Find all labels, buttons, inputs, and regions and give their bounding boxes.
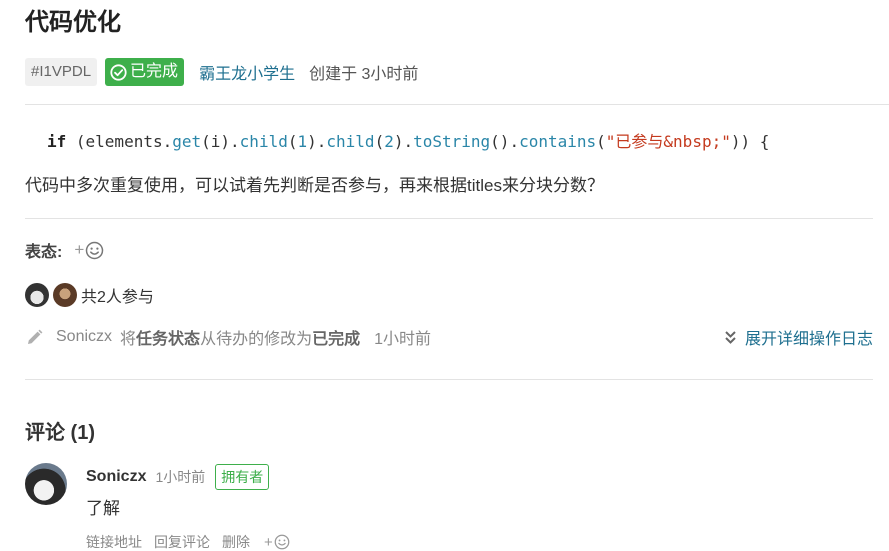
comment-header: Soniczx 1小时前 拥有者 (86, 464, 270, 490)
expand-log-button[interactable]: 展开详细操作日志 (724, 325, 873, 349)
comment-actions: 链接地址 回复评论 删除 + (86, 532, 290, 551)
smiley-icon (86, 241, 104, 259)
smiley-icon (274, 534, 290, 550)
avatar[interactable] (25, 283, 49, 307)
double-chevron-down-icon (725, 330, 736, 344)
issue-title: 代码优化 (25, 9, 121, 36)
reactions-label: 表态: (25, 244, 63, 261)
code-text: ). (393, 132, 414, 151)
created-time: 创建于 3小时前 (309, 66, 419, 83)
owner-badge: 拥有者 (215, 464, 270, 490)
reactions-bar: 表态: + (25, 238, 104, 262)
code-snippet: if (elements.get(i).child(1).child(2).to… (47, 131, 769, 153)
status-label: 已完成 (130, 63, 179, 80)
pencil-icon (28, 329, 43, 344)
log-value: 已完成 (312, 331, 361, 348)
issue-id[interactable]: #I1VPDL (25, 58, 98, 86)
log-text: 将任务状态从待办的修改为已完成 (120, 325, 360, 349)
log-middle: 从待办的修改为 (200, 331, 313, 348)
code-fn: contains (519, 132, 597, 151)
code-text: ( (596, 132, 606, 151)
avatar[interactable] (53, 283, 77, 307)
code-text: (). (490, 132, 520, 151)
add-reaction-button[interactable]: + (264, 534, 290, 551)
code-string: "已参与&nbsp;" (605, 132, 731, 151)
code-fn: get (172, 132, 202, 151)
log-field: 任务状态 (136, 331, 201, 348)
comment-author[interactable]: Soniczx (86, 468, 146, 486)
issue-description: 代码中多次重复使用，可以试着先判断是否参与，再来根据titles来分块分数？ (25, 176, 604, 195)
add-reaction-button[interactable]: + (74, 240, 104, 260)
code-text: (elements. (66, 132, 173, 151)
comments-title: 评论 (1) (25, 422, 95, 444)
code-number: 1 (297, 132, 308, 151)
log-user[interactable]: Soniczx (56, 328, 112, 346)
check-circle-icon (110, 63, 127, 81)
reply-button[interactable]: 回复评论 (154, 532, 210, 551)
delete-button[interactable]: 删除 (222, 532, 250, 551)
plus-icon: + (264, 533, 273, 551)
status-badge[interactable]: 已完成 (105, 58, 185, 86)
code-text: ( (374, 132, 385, 151)
code-fn: toString (413, 132, 491, 151)
author-link[interactable]: 霸王龙小学生 (199, 60, 295, 84)
plus-icon: + (74, 240, 85, 259)
divider (25, 104, 889, 105)
comment-body: 了解 (86, 499, 120, 518)
participants: 共2人参与 (25, 283, 154, 307)
divider (25, 218, 873, 219)
activity-log: Soniczx 将任务状态从待办的修改为已完成 1小时前 展开详细操作日志 (25, 325, 873, 349)
code-number: 2 (384, 132, 394, 151)
comment-time[interactable]: 1小时前 (155, 467, 205, 487)
divider (25, 379, 873, 380)
code-text: )) { (730, 132, 770, 151)
copy-link-button[interactable]: 链接地址 (86, 532, 142, 551)
code-fn: child (326, 132, 375, 151)
log-prefix: 将 (120, 331, 137, 348)
participants-count: 共2人参与 (81, 289, 154, 306)
issue-meta: #I1VPDL 已完成 霸王龙小学生 创建于 3小时前 (25, 57, 418, 87)
code-fn: child (239, 132, 288, 151)
code-text: (i). (201, 132, 240, 151)
code-keyword: if (47, 132, 67, 151)
expand-log-label: 展开详细操作日志 (744, 331, 873, 348)
avatar[interactable] (25, 463, 67, 505)
log-time: 1小时前 (374, 331, 431, 348)
code-text: ). (307, 132, 327, 151)
